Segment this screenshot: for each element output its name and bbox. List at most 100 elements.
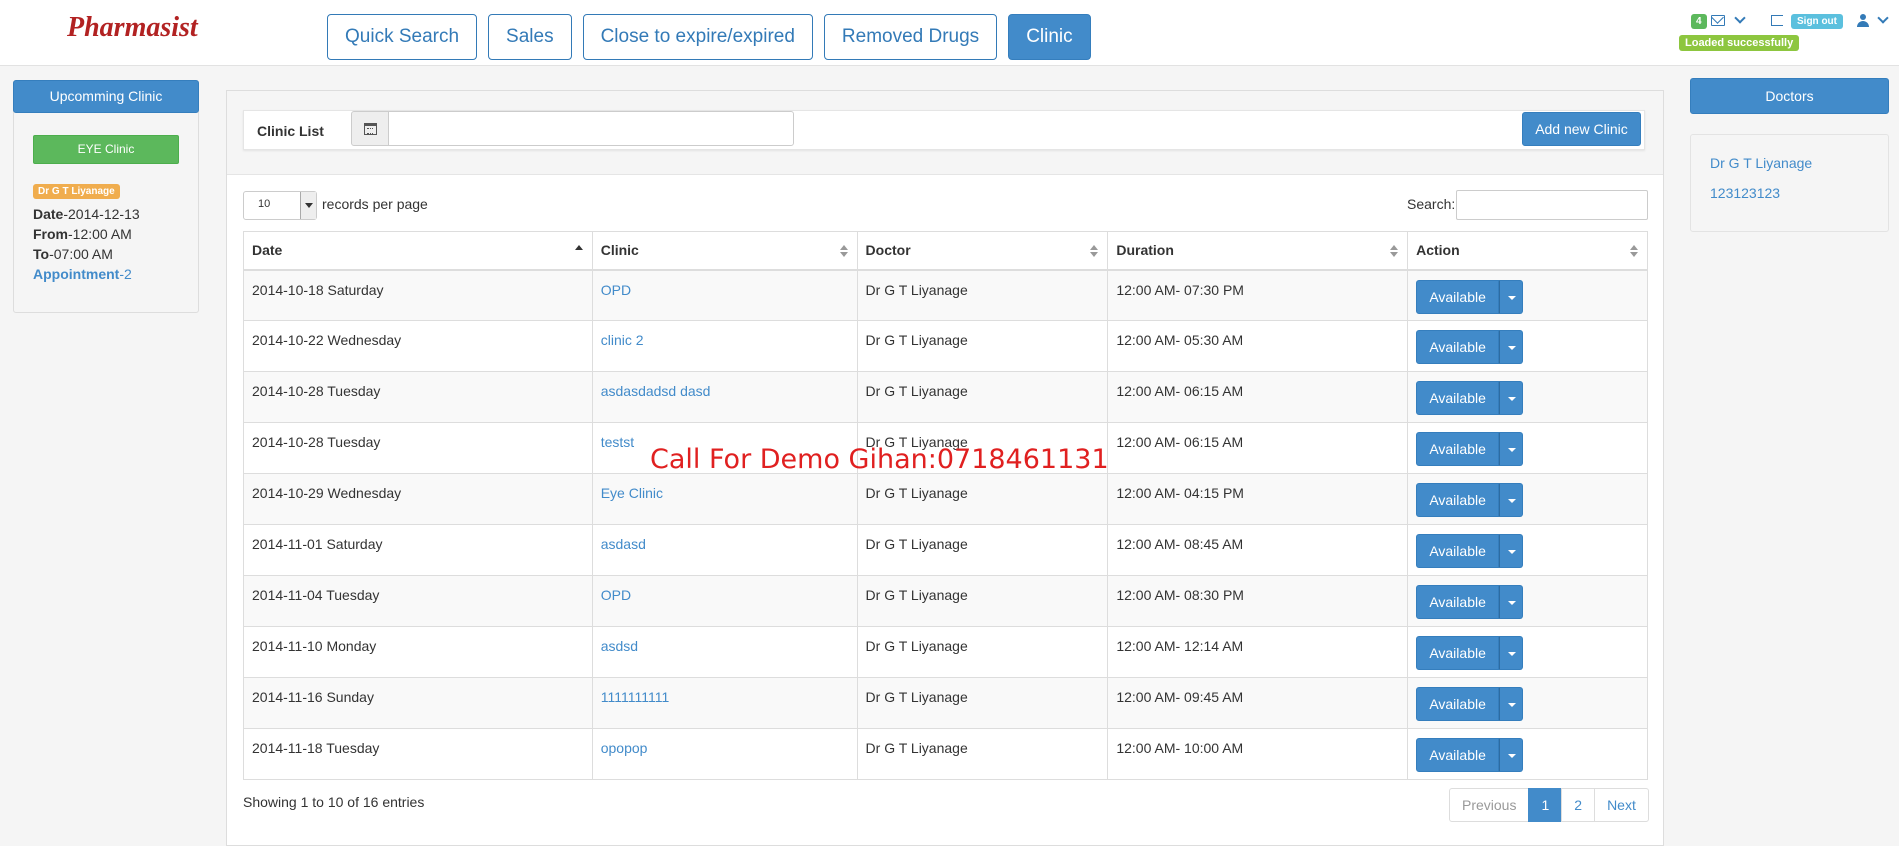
sort-icon — [839, 245, 849, 257]
available-button[interactable]: Available — [1416, 432, 1500, 466]
records-per-page-value: 10 — [258, 198, 271, 210]
search-label: Search: — [1407, 196, 1456, 212]
records-per-page-select[interactable]: 10 — [243, 191, 317, 220]
cell-doctor: Dr G T Liyanage — [856, 575, 1109, 627]
cell-clinic: Eye Clinic — [591, 473, 858, 525]
caret-down-icon[interactable] — [1499, 432, 1524, 466]
dropdown-arrow-icon[interactable] — [300, 192, 316, 219]
nav-sales[interactable]: Sales — [488, 14, 572, 60]
clinic-link[interactable]: OPD — [601, 282, 631, 298]
column-header-doctor[interactable]: Doctor — [856, 231, 1109, 271]
sort-icon — [1390, 245, 1399, 257]
cell-clinic: OPD — [591, 269, 858, 321]
nav-removed-drugs[interactable]: Removed Drugs — [823, 14, 998, 60]
upcoming-clinic-button[interactable]: Upcomming Clinic — [13, 80, 199, 113]
cell-date: 2014-11-01 Saturday — [243, 524, 593, 576]
add-new-clinic-button[interactable]: Add new Clinic — [1522, 112, 1641, 146]
upcoming-clinic-panel: Upcomming Clinic EYE Clinic Dr G T Liyan… — [13, 80, 199, 313]
pagination-previous[interactable]: Previous — [1449, 788, 1530, 822]
caret-down-icon[interactable] — [1499, 381, 1524, 415]
action-button-group: Available — [1416, 381, 1524, 415]
action-button-group: Available — [1416, 585, 1524, 619]
clinic-link[interactable]: 1111111111 — [601, 689, 670, 705]
action-button-group: Available — [1416, 330, 1524, 364]
available-button[interactable]: Available — [1416, 534, 1500, 568]
calendar-icon — [364, 123, 377, 135]
app-logo[interactable]: Pharmasist — [67, 12, 198, 44]
cell-date: 2014-11-10 Monday — [243, 626, 593, 678]
sort-icon — [1630, 245, 1639, 257]
clinic-link[interactable]: OPD — [601, 587, 631, 603]
clinic-link[interactable]: testst — [601, 434, 634, 450]
user-icon[interactable] — [1857, 14, 1869, 28]
header-user-area: 4 Sign out Loaded successfully — [1679, 12, 1899, 56]
clinic-link[interactable]: clinic 2 — [601, 332, 644, 348]
calendar-button[interactable] — [351, 111, 389, 146]
clinic-link[interactable]: asdasd — [601, 536, 646, 552]
table-row: 2014-11-10 Monday asdsd Dr G T Liyanage 12:… — [243, 626, 1648, 678]
cell-date: 2014-11-16 Sunday — [243, 677, 593, 729]
cell-doctor: Dr G T Liyanage — [856, 524, 1109, 576]
caret-down-icon[interactable] — [1499, 483, 1524, 517]
available-button[interactable]: Available — [1416, 636, 1500, 670]
cell-date: 2014-11-18 Tuesday — [243, 728, 593, 780]
nav-clinic[interactable]: Clinic — [1008, 14, 1091, 60]
clinic-date-input[interactable] — [388, 111, 794, 146]
available-button[interactable]: Available — [1416, 483, 1500, 517]
clinic-link[interactable]: asdsd — [601, 638, 638, 654]
caret-down-icon[interactable] — [1499, 636, 1524, 670]
nav-close-to-expire[interactable]: Close to expire/expired — [582, 14, 813, 60]
available-button[interactable]: Available — [1416, 738, 1500, 772]
table-search-input[interactable] — [1456, 190, 1648, 220]
clinic-to: To-07:00 AM — [33, 246, 113, 262]
cell-action: Available — [1407, 524, 1648, 576]
available-button[interactable]: Available — [1416, 687, 1500, 721]
sort-icon — [1090, 245, 1099, 257]
available-button[interactable]: Available — [1416, 585, 1500, 619]
doctors-button[interactable]: Doctors — [1690, 78, 1889, 114]
available-button[interactable]: Available — [1416, 330, 1500, 364]
table-body: 2014-10-18 Saturday OPD Dr G T Liyanage 12:… — [243, 269, 1648, 780]
column-header-duration[interactable]: Duration — [1107, 231, 1409, 271]
cell-clinic: opopop — [591, 728, 858, 780]
doctor-link[interactable]: 123123123 — [1710, 185, 1780, 201]
available-button[interactable]: Available — [1416, 279, 1500, 314]
pagination-page-2[interactable]: 2 — [1561, 788, 1596, 822]
clinic-link[interactable]: Eye Clinic — [601, 485, 663, 501]
clinic-appointment-link[interactable]: Appointment-2 — [33, 266, 132, 282]
doctor-link[interactable]: Dr G T Liyanage — [1710, 155, 1812, 171]
user-menu-chevron-icon[interactable] — [1877, 12, 1889, 24]
cell-duration: 12:00 AM- 09:45 AM — [1107, 677, 1409, 729]
cell-duration: 12:00 AM- 04:15 PM — [1107, 473, 1409, 525]
nav-quick-search[interactable]: Quick Search — [327, 14, 478, 60]
caret-down-icon[interactable] — [1499, 738, 1524, 772]
chevron-down-icon[interactable] — [1734, 12, 1746, 24]
caret-down-icon[interactable] — [1499, 585, 1524, 619]
records-per-page-label: records per page — [322, 196, 428, 212]
table-row: 2014-11-16 Sunday 1111111111 Dr G T Liyana… — [243, 677, 1648, 729]
caret-down-icon[interactable] — [1499, 687, 1524, 721]
table-header-row: Date Clinic Doctor Duration Action — [243, 231, 1648, 271]
pagination-page-1[interactable]: 1 — [1528, 788, 1563, 822]
cell-action: Available — [1407, 473, 1648, 525]
table-row: 2014-10-18 Saturday OPD Dr G T Liyanage 12:… — [243, 269, 1648, 321]
eye-clinic-button[interactable]: EYE Clinic — [33, 135, 179, 164]
column-header-action[interactable]: Action — [1407, 231, 1648, 271]
clinic-link[interactable]: asdasdadsd dasd — [601, 383, 711, 399]
cell-clinic: asdasd — [591, 524, 858, 576]
sign-out-button[interactable]: Sign out — [1791, 14, 1843, 29]
pagination-next[interactable]: Next — [1594, 788, 1649, 822]
cell-duration: 12:00 AM- 07:30 PM — [1107, 269, 1409, 321]
cell-doctor: Dr G T Liyanage — [856, 320, 1109, 372]
caret-down-icon[interactable] — [1499, 330, 1524, 364]
clinic-link[interactable]: opopop — [601, 740, 648, 756]
cell-action: Available — [1407, 677, 1648, 729]
column-header-date[interactable]: Date — [243, 231, 593, 271]
caret-down-icon[interactable] — [1499, 279, 1524, 314]
cell-doctor: Dr G T Liyanage — [856, 473, 1109, 525]
cell-action: Available — [1407, 626, 1648, 678]
caret-down-icon[interactable] — [1499, 534, 1524, 568]
column-header-clinic[interactable]: Clinic — [591, 231, 858, 271]
mail-icon[interactable] — [1711, 15, 1725, 26]
available-button[interactable]: Available — [1416, 381, 1500, 415]
